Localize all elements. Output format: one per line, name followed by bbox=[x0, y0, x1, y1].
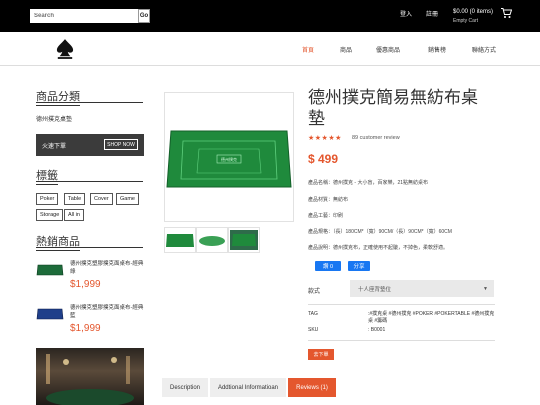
product-thumbnail[interactable] bbox=[196, 227, 228, 253]
divider bbox=[308, 304, 495, 305]
tag-game[interactable]: Game bbox=[116, 193, 139, 205]
variant-label: 款式 bbox=[308, 289, 321, 295]
tag-storage[interactable]: Storage bbox=[36, 209, 64, 221]
meta-key-tag: TAG bbox=[308, 311, 318, 317]
spec-line: 產品名稱：德州撲克 - 大小盲，百家樂，21點無紡桌布 bbox=[308, 180, 429, 186]
facebook-like-button[interactable]: 讚 0 bbox=[315, 261, 341, 271]
nav-bestsellers[interactable]: 銷售榜 bbox=[428, 45, 446, 54]
variant-select[interactable]: 十人座背墊位 ▼ bbox=[350, 280, 494, 297]
poker-mat-image: 德州撲克 bbox=[166, 130, 292, 188]
product-thumbnail[interactable] bbox=[228, 227, 260, 253]
tab-description[interactable]: Description bbox=[162, 378, 208, 397]
shop-now-button[interactable]: SHOP NOW bbox=[104, 139, 138, 150]
cart-total[interactable]: $0.00 (0 items) bbox=[453, 9, 493, 15]
hot-item-thumbnail[interactable] bbox=[36, 308, 64, 320]
spec-line: 產品說明：德州撲克布，正確使用不起皺，不掉色，柔軟舒適。 bbox=[308, 245, 449, 251]
star-rating: ★★★★★ bbox=[308, 135, 342, 142]
hot-item-name[interactable]: 德州撲克塑膠撲克面桌布-經典藍 bbox=[70, 304, 146, 320]
product-main-image[interactable]: 德州撲克 bbox=[164, 92, 294, 222]
search-button[interactable]: Go bbox=[138, 9, 150, 23]
meta-value-sku: : B0001 bbox=[368, 327, 386, 333]
product-title: 德州撲克簡易無紡布桌墊 bbox=[308, 88, 478, 129]
chevron-down-icon: ▼ bbox=[483, 286, 488, 292]
hot-products-rule bbox=[36, 247, 143, 248]
nav-products[interactable]: 商品 bbox=[340, 45, 352, 54]
divider bbox=[308, 340, 495, 341]
spade-logo-icon[interactable] bbox=[56, 38, 74, 60]
register-link[interactable]: 註冊 bbox=[426, 9, 438, 18]
promo-text: 火速下單 bbox=[42, 144, 67, 150]
category-item[interactable]: 德州撲克桌墊 bbox=[36, 114, 72, 123]
login-link[interactable]: 登入 bbox=[400, 9, 412, 18]
hot-item-thumbnail[interactable] bbox=[36, 264, 64, 276]
hot-item-price: $1,999 bbox=[70, 279, 101, 290]
promo-banner: 火速下單 SHOP NOW bbox=[36, 134, 144, 156]
tag-cover[interactable]: Cover bbox=[90, 193, 113, 205]
spec-line: 產品規格：（長）180CM*（寬）90CM/（長）90CM*（寬）60CM bbox=[308, 229, 452, 235]
spec-line: 產品工藝：印刷 bbox=[308, 213, 344, 219]
top-bar: Go 登入 註冊 $0.00 (0 items) Empty Cart bbox=[0, 0, 540, 32]
search-form: Go bbox=[30, 9, 150, 23]
spec-line: 產品材質：無紡布 bbox=[308, 197, 349, 203]
nav-home[interactable]: 首頁 bbox=[302, 45, 314, 54]
tags-heading: 標籤 bbox=[36, 167, 58, 185]
tag-table[interactable]: Table bbox=[64, 193, 86, 205]
poker-room-photo bbox=[36, 348, 144, 405]
hot-item-name[interactable]: 德州撲克塑膠撲克面桌布-經典綠 bbox=[70, 260, 146, 276]
meta-value-tag[interactable]: :#撲克桌 #德州撲克 #POKER #POKERTABLE #德州撲克桌 #籌… bbox=[368, 311, 496, 325]
poker-room-illustration bbox=[46, 354, 134, 405]
product-price: $ 499 bbox=[308, 152, 339, 166]
product-thumbnail[interactable] bbox=[164, 227, 196, 253]
tags-rule bbox=[36, 181, 143, 182]
categories-heading: 商品分類 bbox=[36, 88, 80, 106]
meta-key-sku: SKU bbox=[308, 327, 319, 333]
cart-icon[interactable] bbox=[500, 7, 512, 19]
search-input[interactable] bbox=[30, 9, 138, 23]
tag-poker[interactable]: Poker bbox=[36, 193, 59, 205]
nav-deals[interactable]: 優惠商品 bbox=[376, 45, 400, 54]
categories-rule bbox=[36, 102, 143, 103]
facebook-share-button[interactable]: 分享 bbox=[348, 261, 370, 271]
nav-contact[interactable]: 聯絡方式 bbox=[472, 45, 496, 54]
hot-item-price: $1,999 bbox=[70, 323, 101, 334]
cart-status: Empty Cart bbox=[453, 18, 479, 24]
tab-additional-info[interactable]: Addtional Informatioan bbox=[210, 378, 286, 397]
tab-reviews[interactable]: Reviews (1) bbox=[288, 378, 336, 397]
review-count[interactable]: 89 customer review bbox=[352, 135, 400, 141]
variant-value: 十人座背墊位 bbox=[358, 286, 392, 293]
tag-all-in[interactable]: All in bbox=[64, 209, 84, 221]
main-nav: 首頁 商品 優惠商品 銷售榜 聯絡方式 bbox=[0, 32, 540, 66]
hot-products-heading: 熱銷商品 bbox=[36, 233, 80, 251]
mat-label: 德州撲克 bbox=[221, 156, 237, 162]
order-button[interactable]: 去下單 bbox=[308, 349, 334, 360]
